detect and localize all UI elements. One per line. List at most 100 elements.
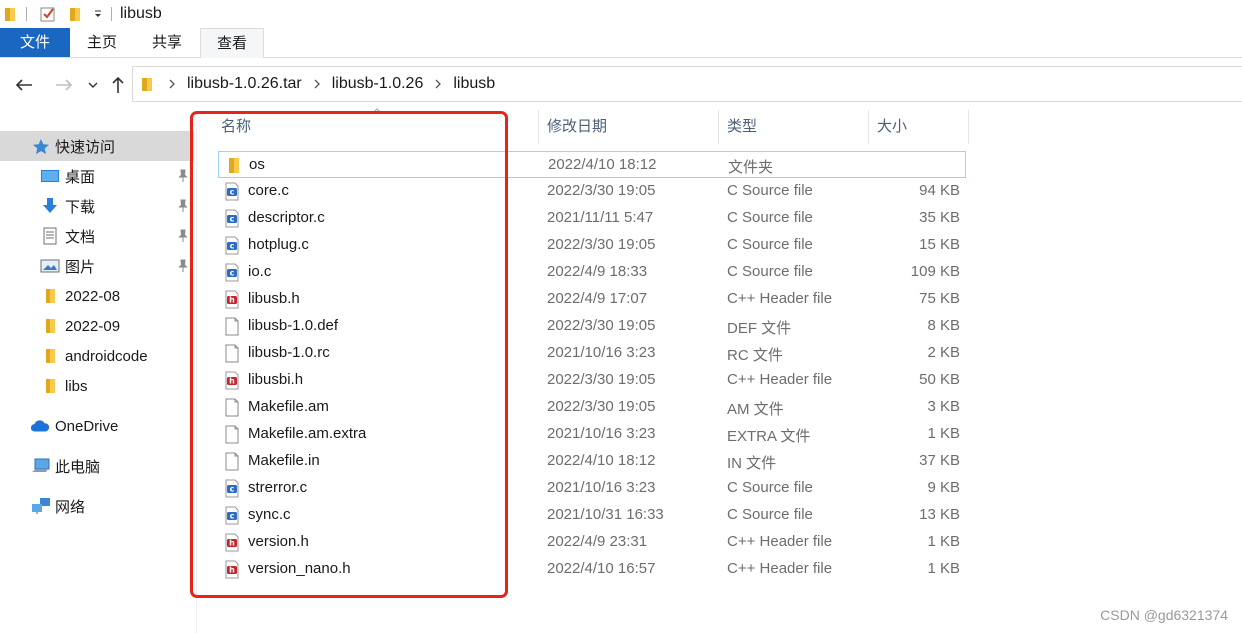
file-type: C++ Header file	[727, 371, 833, 388]
sidebar-item-quick-access[interactable]: 快速访问	[0, 131, 194, 161]
column-header-size[interactable]: 大小	[877, 112, 967, 142]
file-date: 2022/4/9 23:31	[547, 533, 648, 550]
sidebar-item-network[interactable]: 网络	[0, 491, 194, 521]
file-type: EXTRA 文件	[727, 428, 811, 445]
file-size: 9 KB	[927, 479, 960, 496]
file-size: 15 KB	[919, 236, 960, 253]
chevron-down-icon	[88, 82, 98, 88]
file-date: 2022/3/30 19:05	[547, 317, 656, 334]
file-size: 75 KB	[919, 290, 960, 307]
tab-view[interactable]: 查看	[200, 28, 264, 58]
sidebar-item-pictures[interactable]: 图片	[0, 251, 194, 281]
file-date: 2022/4/10 18:12	[548, 156, 657, 173]
file-type: AM 文件	[727, 401, 784, 418]
file-date: 2022/4/10 18:12	[547, 452, 656, 469]
watermark: CSDN @gd6321374	[1100, 607, 1228, 623]
file-date: 2022/3/30 19:05	[547, 182, 656, 199]
file-size: 3 KB	[927, 398, 960, 415]
folder-icon	[40, 377, 60, 395]
pin-icon[interactable]	[178, 259, 188, 273]
file-date: 2022/4/10 16:57	[547, 560, 656, 577]
column-divider[interactable]	[968, 110, 969, 144]
folder-icon	[40, 347, 60, 365]
file-date: 2021/10/16 3:23	[547, 425, 656, 442]
tab-home[interactable]: 主页	[74, 28, 130, 57]
sidebar-item-2022-09[interactable]: 2022-09	[0, 311, 194, 341]
title-separator	[111, 7, 112, 21]
picture-icon	[40, 257, 60, 275]
file-size: 35 KB	[919, 209, 960, 226]
file-type: C++ Header file	[727, 290, 833, 307]
recent-locations-button[interactable]	[86, 72, 100, 98]
column-header-date[interactable]: 修改日期	[547, 112, 717, 142]
file-type: C++ Header file	[727, 560, 833, 577]
sidebar-item-libs[interactable]: libs	[0, 371, 194, 401]
file-size: 94 KB	[919, 182, 960, 199]
forward-button[interactable]	[52, 72, 76, 98]
file-size: 50 KB	[919, 371, 960, 388]
file-type: C++ Header file	[727, 533, 833, 550]
column-header-type[interactable]: 类型	[727, 112, 867, 142]
file-date: 2022/4/9 18:33	[547, 263, 648, 280]
sidebar-item-documents[interactable]: 文档	[0, 221, 194, 251]
properties-icon[interactable]	[39, 5, 57, 23]
file-size: 13 KB	[919, 506, 960, 523]
chevron-right-icon[interactable]	[312, 79, 322, 89]
cloud-icon	[30, 417, 50, 435]
sidebar-item-desktop[interactable]: 桌面	[0, 161, 194, 191]
annotation-box	[190, 111, 508, 598]
new-folder-icon[interactable]	[69, 6, 83, 22]
file-date: 2022/3/30 19:05	[547, 371, 656, 388]
title-bar: libusb	[0, 0, 1242, 28]
file-type: RC 文件	[727, 347, 783, 364]
window-title: libusb	[120, 5, 162, 22]
ribbon-tabs: 文件 主页 共享 查看	[0, 28, 1242, 58]
file-type: C Source file	[727, 263, 813, 280]
sidebar-item-this-pc[interactable]: 此电脑	[0, 451, 194, 481]
file-date: 2021/10/16 3:23	[547, 479, 656, 496]
sidebar-item-label: libs	[65, 377, 88, 395]
file-type: 文件夹	[728, 159, 774, 176]
file-size: 2 KB	[927, 344, 960, 361]
tab-share[interactable]: 共享	[138, 28, 196, 57]
chevron-right-icon[interactable]	[167, 79, 177, 89]
folder-icon	[142, 78, 152, 91]
folder-icon	[5, 8, 15, 21]
download-icon	[40, 197, 60, 215]
star-icon	[31, 137, 51, 155]
navigation-pane: 快速访问 桌面 下载 文档 图片 2022-08 2022-09 android…	[0, 128, 196, 633]
back-button[interactable]	[12, 72, 36, 98]
address-bar[interactable]: libusb-1.0.26.tar libusb-1.0.26 libusb	[132, 66, 1242, 102]
sidebar-item-label: 桌面	[65, 168, 96, 186]
sidebar-item-label: 2022-08	[65, 287, 121, 305]
chevron-right-icon[interactable]	[433, 79, 443, 89]
column-divider[interactable]	[718, 110, 719, 144]
pin-icon[interactable]	[178, 169, 188, 183]
file-size: 37 KB	[919, 452, 960, 469]
quick-access-toolbar-dropdown-icon[interactable]	[93, 9, 103, 19]
pin-icon[interactable]	[178, 229, 188, 243]
file-type: C Source file	[727, 236, 813, 253]
sidebar-item-onedrive[interactable]: OneDrive	[0, 411, 194, 441]
back-arrow-icon	[15, 79, 32, 91]
column-divider[interactable]	[868, 110, 869, 144]
up-button[interactable]	[108, 72, 128, 98]
file-type: C Source file	[727, 506, 813, 523]
sidebar-item-label: 网络	[55, 498, 86, 516]
sidebar-item-label: 此电脑	[55, 458, 101, 476]
sidebar-item-2022-08[interactable]: 2022-08	[0, 281, 194, 311]
file-date: 2021/10/16 3:23	[547, 344, 656, 361]
folder-icon	[40, 287, 60, 305]
column-divider[interactable]	[538, 110, 539, 144]
sidebar-item-label: OneDrive	[55, 417, 119, 435]
pin-icon[interactable]	[178, 199, 188, 213]
sidebar-item-androidcode[interactable]: androidcode	[0, 341, 194, 371]
sidebar-item-label: 图片	[65, 258, 96, 276]
sidebar-item-label: 2022-09	[65, 317, 121, 335]
tab-file[interactable]: 文件	[0, 28, 70, 57]
sidebar-item-downloads[interactable]: 下载	[0, 191, 194, 221]
breadcrumb-item[interactable]: libusb	[453, 75, 495, 93]
file-type: IN 文件	[727, 455, 777, 472]
breadcrumb-item[interactable]: libusb-1.0.26	[332, 75, 424, 93]
breadcrumb-item[interactable]: libusb-1.0.26.tar	[187, 75, 302, 93]
